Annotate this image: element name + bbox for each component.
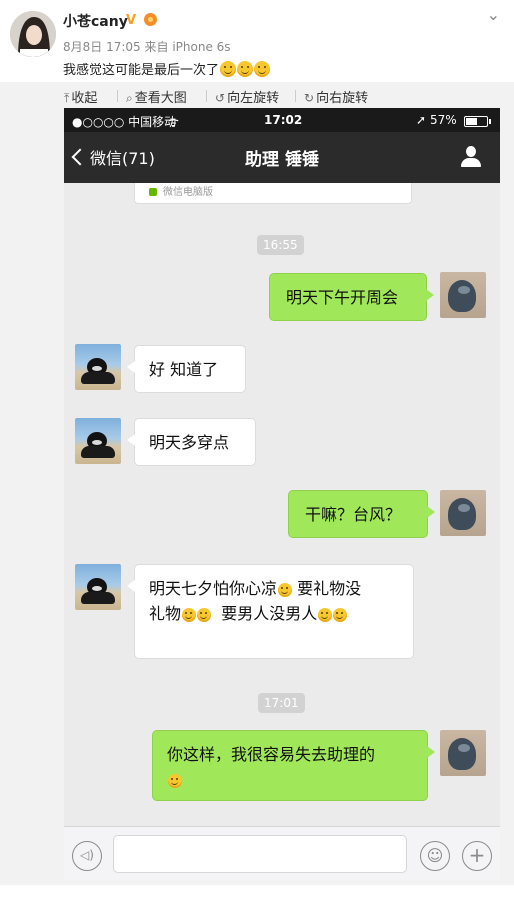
message-text-part: 要礼物没 [297, 579, 362, 598]
wechat-screenshot: ●○○○○ 中国移动 ᯤ 17:02 ➚ 57% 微信(71) 助理 锤锤 微信… [64, 108, 500, 880]
smile-emoji-icon [278, 583, 293, 597]
message-input[interactable] [113, 835, 407, 873]
self-avatar[interactable] [440, 490, 486, 536]
wifi-icon: ᯤ [168, 115, 179, 129]
previous-card-text: 微信电脑版 [163, 187, 213, 198]
message-bubble-incoming[interactable]: 明天七夕怕你心凉 要礼物没 礼物 要男人没男人 [127, 564, 414, 659]
weibo-post-header: 小苍cany V ⌄ 8月8日 17:05 来自 iPhone 6s 我感觉这可… [0, 0, 514, 82]
message-text: 明天多穿点 [149, 433, 230, 452]
view-large-button[interactable]: ⌕ 查看大图 [126, 87, 187, 106]
message-text-part: 要男人没男人 [221, 604, 318, 623]
contact-avatar[interactable] [75, 418, 121, 464]
message-text: 明天下午开周会 [286, 288, 399, 307]
message-bubble-outgoing[interactable]: 你这样，我很容易失去助理的 [152, 730, 435, 801]
smile-emoji-icon [318, 608, 333, 622]
chat-title: 助理 锤锤 [245, 150, 319, 170]
post-text: 我感觉这可能是最后一次了 [63, 59, 271, 78]
chat-nav-bar: 微信(71) 助理 锤锤 [64, 132, 500, 183]
message-bubble-incoming[interactable]: 好 知道了 [127, 345, 246, 393]
status-bar: ●○○○○ 中国移动 ᯤ 17:02 ➚ 57% [64, 108, 500, 132]
self-avatar[interactable] [440, 272, 486, 318]
rotate-left-button[interactable]: ↺ 向左旋转 [215, 87, 279, 106]
timestamp: 16:55 [257, 235, 304, 255]
location-arrow-icon: ➚ [416, 113, 427, 127]
message-bubble-outgoing[interactable]: 明天下午开周会 [269, 273, 434, 321]
message-bubble-outgoing[interactable]: 干嘛？台风？ [288, 490, 435, 538]
status-time: 17:02 [264, 113, 303, 127]
image-toolbar: ⤒ 收起 ⌕ 查看大图 ↺ 向左旋转 ↻ 向右旋转 [0, 84, 514, 108]
message-bubble-incoming[interactable]: 明天多穿点 [127, 418, 256, 466]
post-meta: 8月8日 17:05 来自 iPhone 6s [63, 38, 231, 55]
view-large-label: 查看大图 [134, 91, 187, 106]
voice-icon[interactable]: ◁) [72, 841, 102, 871]
post-text-content: 我感觉这可能是最后一次了 [63, 63, 220, 78]
chat-input-bar: ◁) ☺ + [64, 826, 500, 880]
user-photo [10, 11, 56, 57]
rotate-left-icon: ↺ [215, 91, 226, 105]
rotate-right-label: 向右旋转 [316, 91, 369, 106]
rotate-left-label: 向左旋转 [227, 91, 280, 106]
battery-icon [464, 116, 491, 127]
contact-avatar[interactable] [75, 564, 121, 610]
post-date: 8月8日 17:05 [63, 40, 141, 54]
battery-percent: 57% [430, 113, 457, 127]
message-text-part: 礼物 [149, 604, 182, 623]
smile-emoji-icon [197, 608, 212, 622]
divider [206, 90, 207, 102]
message-text: 好 知道了 [149, 360, 219, 379]
emoji-icon[interactable]: ☺ [420, 841, 450, 871]
smile-emoji-icon [333, 608, 348, 622]
collapse-label: 收起 [71, 91, 98, 106]
smile-emoji-icon [182, 608, 197, 622]
person-icon[interactable] [460, 146, 482, 168]
post-actions-bar [0, 885, 514, 900]
collapse-icon: ⤒ [64, 91, 70, 105]
smile-emoji-icon [168, 774, 182, 788]
search-icon: ⌕ [126, 91, 133, 105]
username[interactable]: 小苍cany [63, 11, 128, 31]
message-text: 干嘛？台风？ [305, 505, 402, 524]
rotate-right-icon: ↻ [304, 91, 315, 105]
post-source: 来自 iPhone 6s [144, 40, 231, 54]
smile-emoji-icon [237, 61, 254, 77]
previous-card: 微信电脑版 [134, 183, 412, 204]
fire-badge-icon [144, 13, 157, 26]
contact-avatar[interactable] [75, 344, 121, 390]
message-text: 你这样，我很容易失去助理的 [167, 745, 376, 764]
smile-emoji-icon [254, 61, 271, 77]
smile-emoji-icon [220, 61, 237, 77]
plus-icon[interactable]: + [462, 841, 492, 871]
timestamp: 17:01 [258, 693, 305, 713]
divider [295, 90, 296, 102]
divider [117, 90, 118, 102]
carrier: ●○○○○ 中国移动 [72, 115, 177, 129]
self-avatar[interactable] [440, 730, 486, 776]
chevron-down-icon[interactable]: ⌄ [487, 5, 500, 24]
collapse-button[interactable]: ⤒ 收起 [64, 87, 97, 106]
wechat-pc-icon [149, 188, 157, 196]
verified-icon: V [126, 13, 137, 28]
rotate-right-button[interactable]: ↻ 向右旋转 [304, 87, 368, 106]
user-avatar[interactable] [10, 11, 56, 57]
message-text-part: 明天七夕怕你心凉 [149, 579, 278, 598]
